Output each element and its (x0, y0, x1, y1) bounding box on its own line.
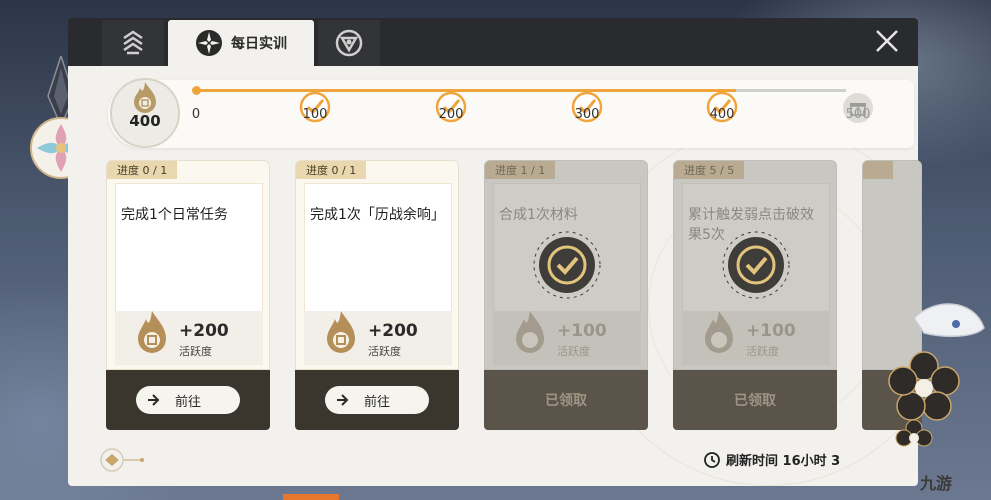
task-title: 完成1次「历战余响」 (310, 207, 445, 223)
reward-label: 活跃度 (179, 345, 212, 358)
milestone-label: 400 (709, 107, 735, 122)
task-card-body: 进度 0 / 1 完成1个日常任务 +200 活跃度 (106, 160, 270, 370)
reward-amount: +100 (746, 321, 796, 341)
tab-emblem[interactable] (102, 20, 164, 66)
reward-label: 活跃度 (368, 345, 401, 358)
claimed-label: 已领取 (734, 393, 776, 409)
go-button[interactable]: 前往 (136, 386, 240, 414)
milestone-label: 300 (574, 107, 600, 122)
task-card: 进度 0 / 1 完成1个日常任务 +200 活跃度 前往 (106, 160, 270, 430)
milestone-label: 0 (191, 107, 201, 122)
task-card-body: 进度 1 / 1 合成1次材料 +100 活跃度 (484, 160, 648, 370)
activity-medal: 400 (110, 78, 180, 148)
flame-icon (327, 311, 355, 353)
task-progress-badge (863, 161, 893, 179)
progress-track-remaining (736, 89, 846, 92)
tab-gear-triangle[interactable] (318, 20, 380, 66)
activity-current-value: 400 (129, 112, 161, 130)
flame-icon (138, 311, 166, 353)
task-card-footer: 前往 (295, 370, 459, 430)
reward-label: 活跃度 (746, 345, 779, 358)
refresh-timer: 刷新时间 16小时 3 (704, 450, 840, 469)
arrow-right-icon (337, 394, 349, 406)
refresh-text: 刷新时间 16小时 3 (726, 454, 841, 469)
claimed-label: 已领取 (545, 393, 587, 409)
tab-daily-training-label: 每日实训 (231, 36, 287, 52)
milestone-start-dot (192, 86, 201, 95)
bottom-tab-indicator (283, 494, 339, 500)
bottom-emblem (100, 448, 146, 472)
task-card-claimed: 进度 1 / 1 合成1次材料 +100 活跃度 已领取 (484, 160, 648, 430)
reward-amount: +200 (368, 321, 418, 341)
flame-icon (705, 311, 733, 353)
task-card-footer: 已领取 (484, 370, 648, 430)
task-title: 合成1次材料 (499, 207, 578, 223)
flame-icon (516, 311, 544, 353)
emblem-icon (123, 30, 143, 55)
reward-amount: +100 (557, 321, 607, 341)
flower-ornament-icon (884, 298, 991, 458)
milestone-label: 200 (438, 107, 464, 122)
task-card-footer: 已领取 (673, 370, 837, 430)
task-card-claimed: 进度 5 / 5 累计触发弱点击破效果5次 +100 活跃度 已领取 (673, 160, 837, 430)
gear-triangle-icon (335, 29, 363, 57)
clock-icon (704, 451, 720, 468)
reward-label: 活跃度 (557, 345, 590, 358)
go-button-label: 前往 (363, 394, 390, 410)
task-card-footer: 前往 (106, 370, 270, 430)
milestone-label: 100 (302, 107, 328, 122)
tab-daily-training[interactable]: 每日实训 (168, 20, 314, 66)
reward-amount: +200 (179, 321, 229, 341)
tab-bar: 每日实训 (68, 18, 918, 66)
task-progress-badge: 进度 0 / 1 (107, 161, 178, 179)
task-card: 进度 0 / 1 完成1次「历战余响」 +200 活跃度 前往 (295, 160, 459, 430)
milestone-label: 500 (845, 107, 871, 122)
go-button-label: 前往 (174, 394, 201, 410)
task-progress-badge: 进度 0 / 1 (296, 161, 367, 179)
close-button[interactable] (872, 26, 902, 56)
arrow-right-icon (148, 394, 160, 406)
go-button[interactable]: 前往 (325, 386, 429, 414)
task-progress-badge: 进度 1 / 1 (485, 161, 556, 179)
close-icon (876, 30, 898, 52)
task-card-body: 进度 5 / 5 累计触发弱点击破效果5次 +100 活跃度 (673, 160, 837, 370)
task-progress-badge: 进度 5 / 5 (674, 161, 745, 179)
completed-check-icon (533, 231, 601, 299)
flame-icon (134, 82, 156, 113)
completed-check-icon (722, 231, 790, 299)
watermark: 九游 (920, 474, 953, 493)
task-title: 完成1个日常任务 (121, 207, 228, 223)
task-card-body: 进度 0 / 1 完成1次「历战余响」 +200 活跃度 (295, 160, 459, 370)
daily-training-icon (196, 30, 222, 56)
